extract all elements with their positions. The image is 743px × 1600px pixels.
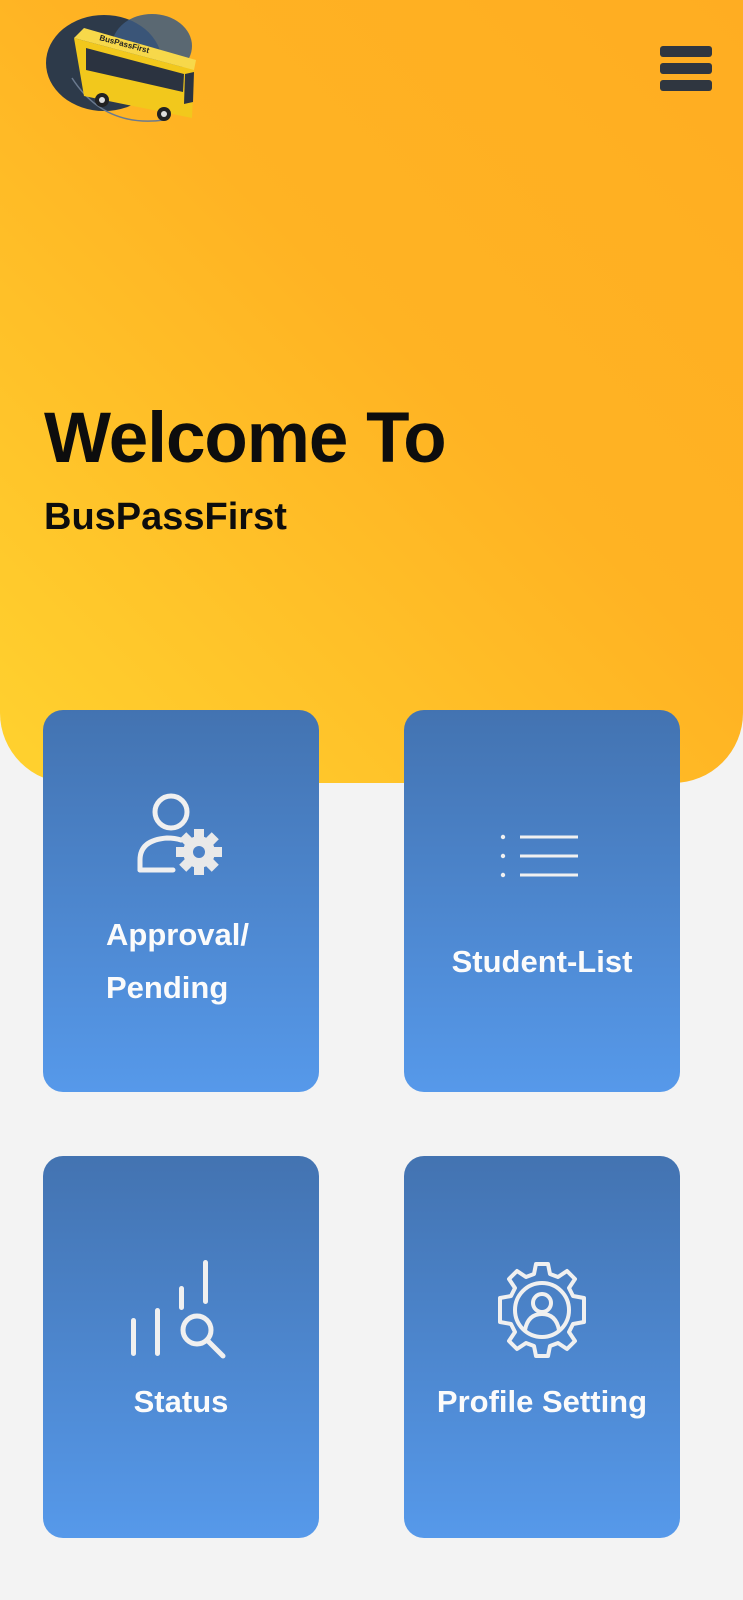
- hero-banner: BusPassFirst Welcome To BusPassFirst: [0, 0, 743, 783]
- profile-setting-card[interactable]: Profile Setting: [404, 1156, 680, 1538]
- user-gear-icon: [137, 793, 222, 875]
- approval-label-line2: Pending: [106, 970, 229, 1005]
- app-name: BusPassFirst: [44, 496, 287, 538]
- student-list-card[interactable]: Student-List: [404, 710, 680, 1092]
- student-list-label: Student-List: [451, 944, 633, 979]
- menu-bar: [660, 80, 712, 91]
- menu-bar: [660, 46, 712, 57]
- bus-logo: BusPassFirst: [46, 14, 196, 122]
- chart-search-icon: [131, 1260, 226, 1359]
- profile-gear-icon: [498, 1262, 586, 1358]
- approval-label-line1: Approval/: [106, 917, 249, 952]
- approval-pending-card[interactable]: Approval/ Pending: [43, 710, 319, 1092]
- status-card[interactable]: Status: [43, 1156, 319, 1538]
- welcome-title: Welcome To: [44, 399, 447, 478]
- approval-label: Approval/ Pending: [106, 908, 249, 1014]
- profile-setting-label: Profile Setting: [436, 1384, 648, 1419]
- menu-bar: [660, 63, 712, 74]
- hamburger-menu-icon[interactable]: [660, 46, 712, 98]
- status-label: Status: [133, 1384, 229, 1419]
- list-icon: [500, 834, 578, 878]
